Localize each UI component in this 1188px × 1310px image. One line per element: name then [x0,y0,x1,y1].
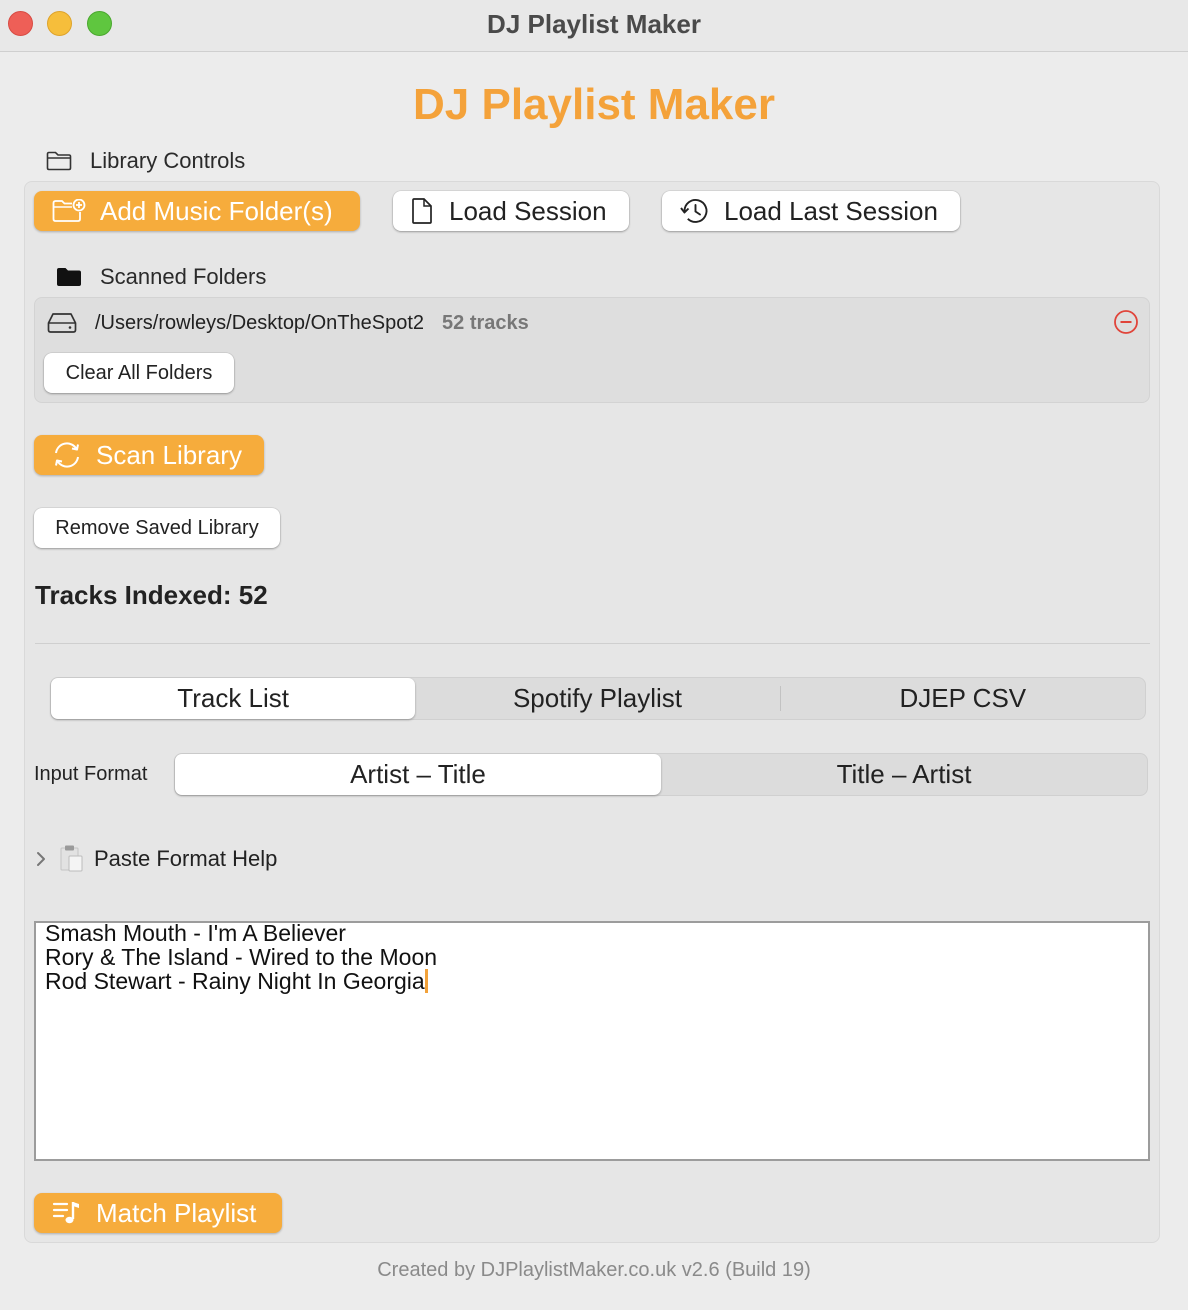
footer-credits: Created by DJPlaylistMaker.co.uk v2.6 (B… [377,1259,811,1281]
add-music-folder-label: Add Music Folder(s) [100,195,333,226]
tab-djep-csv[interactable]: DJEP CSV [781,678,1145,719]
paste-format-help-toggle[interactable]: Paste Format Help [34,843,277,875]
remove-saved-library-label: Remove Saved Library [55,516,259,539]
tab-track-list[interactable]: Track List [51,678,416,719]
chevron-right-icon [34,850,48,868]
format-label: Title – Artist [836,759,972,789]
tracks-indexed-count: Tracks Indexed: 52 [35,580,268,610]
clear-all-folders-button[interactable]: Clear All Folders [44,353,234,393]
folder-row: /Users/rowleys/Desktop/OnTheSpot2 52 tra… [47,308,1137,338]
track-line: Rory & The Island - Wired to the Moon [45,944,438,970]
tab-label: Track List [177,683,290,713]
tab-spotify-playlist[interactable]: Spotify Playlist [415,678,779,719]
library-controls-header: Library Controls [46,146,245,176]
format-label: Artist – Title [350,759,486,789]
text-caret [424,969,428,993]
scanned-folders-header: Scanned Folders [56,262,266,292]
load-session-label: Load Session [449,195,607,226]
track-line-last: Rod Stewart - Rainy Night In Georgia [45,969,1139,993]
track-line: Smash Mouth - I'm A Believer [45,921,346,946]
format-artist-title[interactable]: Artist – Title [175,754,661,795]
input-format-selector: Artist – Title Title – Artist [174,753,1148,796]
minus-circle-icon [1114,310,1138,334]
title-bar: DJ Playlist Maker [0,0,1188,52]
load-last-session-label: Load Last Session [724,195,938,226]
app-title: DJ Playlist Maker [413,80,775,129]
window-title: DJ Playlist Maker [487,9,701,39]
track-list-input[interactable]: Smash Mouth - I'm A Believer Rory & The … [34,921,1150,1161]
format-title-artist[interactable]: Title – Artist [661,754,1147,795]
clear-all-folders-label: Clear All Folders [65,361,213,384]
track-line-text: Rod Stewart - Rainy Night In Georgia [45,968,425,994]
match-playlist-label: Match Playlist [96,1197,257,1228]
paste-format-help-label: Paste Format Help [94,846,278,871]
refresh-icon [52,441,82,469]
library-controls-label: Library Controls [90,148,246,173]
scan-library-button[interactable]: Scan Library [34,435,264,475]
drive-icon [47,312,77,334]
add-music-folder-button[interactable]: Add Music Folder(s) [34,191,360,231]
tab-label: DJEP CSV [899,683,1027,713]
source-tabs: Track List Spotify Playlist DJEP CSV [50,677,1146,720]
folder-path: /Users/rowleys/Desktop/OnTheSpot2 [95,311,425,334]
load-session-button[interactable]: Load Session [393,191,629,231]
match-playlist-button[interactable]: Match Playlist [34,1193,282,1233]
folder-icon [46,151,72,171]
input-format-label: Input Format [34,763,148,785]
remove-saved-library-button[interactable]: Remove Saved Library [34,508,280,548]
tab-label: Spotify Playlist [512,683,683,713]
folder-add-icon [52,199,86,223]
music-list-icon [52,1199,82,1227]
divider [35,643,1150,644]
remove-folder-button[interactable] [1113,309,1139,335]
folder-track-count: 52 tracks [442,311,529,334]
clipboard-icon [58,844,84,874]
scanned-folders-label: Scanned Folders [100,264,267,289]
filled-folder-icon [56,267,82,287]
document-icon [409,197,435,225]
history-clock-icon [678,197,710,225]
scan-library-label: Scan Library [96,439,242,470]
load-last-session-button[interactable]: Load Last Session [662,191,960,231]
